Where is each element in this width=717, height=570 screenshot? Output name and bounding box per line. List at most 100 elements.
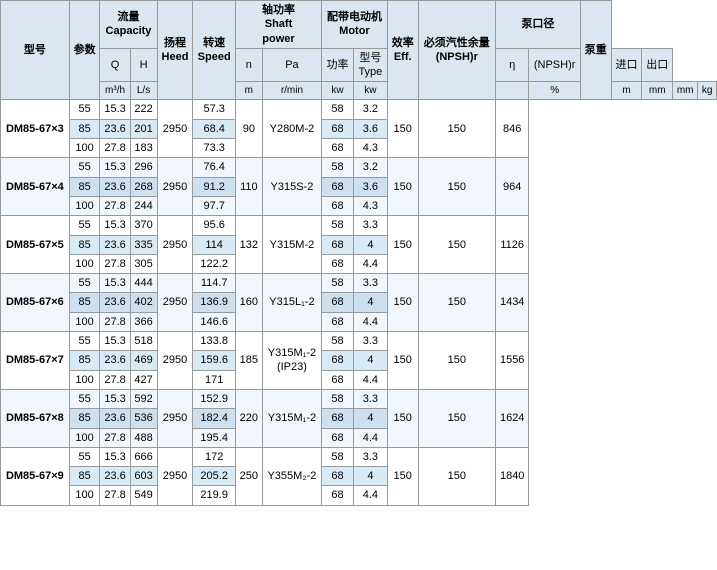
cell-pa: 146.6 (193, 312, 235, 331)
cell-pa: 122.2 (193, 254, 235, 273)
model-cell: DM85-67×6 (1, 274, 70, 332)
cell-q1: 55 (69, 447, 100, 466)
unit-pa: kw (322, 82, 354, 100)
main-table: 型号 参数 流量流量 CapacityCapacity 扬程Heed 转速Spe… (0, 0, 717, 506)
col-speed: 转速Speed (193, 1, 235, 100)
table-body: DM85-67×35515.3222295057.390Y280M-2583.2… (1, 100, 717, 505)
model-cell: DM85-67×3 (1, 100, 70, 158)
cell-q2: 23.6 (100, 351, 130, 370)
cell-q1: 55 (69, 389, 100, 408)
cell-eff: 58 (322, 389, 354, 408)
cell-weight: 1840 (496, 447, 529, 505)
subheader-inlet: 进口 (611, 48, 642, 82)
cell-eff: 68 (322, 312, 354, 331)
cell-h: 427 (130, 370, 157, 389)
cell-pa: 91.2 (193, 177, 235, 196)
cell-q2: 27.8 (100, 254, 130, 273)
col-motor: 配带电动机Motor (322, 1, 388, 49)
table-row: DM85-67×95515.36662950172250Y355M₂-2583.… (1, 447, 717, 466)
table-row: 10027.8366 146.6 684.4 (1, 312, 717, 331)
cell-q1: 55 (69, 274, 100, 293)
cell-h: 183 (130, 139, 157, 158)
col-eff: 效率Eff. (387, 1, 418, 100)
cell-npsh: 4.4 (353, 370, 387, 389)
cell-q2: 27.8 (100, 312, 130, 331)
col-params: 参数 (69, 1, 100, 100)
cell-pa: 133.8 (193, 332, 235, 351)
cell-h: 592 (130, 389, 157, 408)
cell-pa: 172 (193, 447, 235, 466)
cell-pa: 73.3 (193, 139, 235, 158)
cell-pa: 159.6 (193, 351, 235, 370)
cell-speed: 2950 (157, 100, 193, 158)
cell-npsh: 4 (353, 467, 387, 486)
cell-h: 666 (130, 447, 157, 466)
cell-npsh: 4.4 (353, 312, 387, 331)
cell-eff: 68 (322, 293, 354, 312)
cell-speed: 2950 (157, 158, 193, 216)
col-capacity: 流量流量 CapacityCapacity (100, 1, 157, 49)
cell-power: 110 (235, 158, 262, 216)
cell-q2: 15.3 (100, 447, 130, 466)
cell-h: 222 (130, 100, 157, 119)
cell-eff: 68 (322, 196, 354, 215)
cell-q1: 85 (69, 235, 100, 254)
cell-h: 536 (130, 409, 157, 428)
cell-eff: 68 (322, 370, 354, 389)
cell-power: 250 (235, 447, 262, 505)
cell-pa: 95.6 (193, 216, 235, 235)
subheader-outlet: 出口 (642, 48, 673, 82)
cell-motor: Y315M₁-2 (262, 389, 321, 447)
cell-h: 444 (130, 274, 157, 293)
unit-q2: L/s (130, 82, 157, 100)
cell-motor: Y280M-2 (262, 100, 321, 158)
cell-npsh: 4.3 (353, 196, 387, 215)
cell-eff: 68 (322, 486, 354, 505)
cell-motor: Y315M₁-2(IP23) (262, 332, 321, 390)
cell-inlet: 150 (387, 100, 418, 158)
unit-motor-type (496, 82, 529, 100)
cell-q1: 100 (69, 196, 100, 215)
cell-eff: 68 (322, 254, 354, 273)
subheader-eff-sym: η (496, 48, 529, 82)
table-row: DM85-67×45515.3296295076.4110Y315S-2583.… (1, 158, 717, 177)
cell-q2: 23.6 (100, 409, 130, 428)
cell-npsh: 3.6 (353, 177, 387, 196)
cell-q2: 27.8 (100, 370, 130, 389)
cell-eff: 58 (322, 332, 354, 351)
cell-q1: 100 (69, 370, 100, 389)
cell-speed: 2950 (157, 216, 193, 274)
model-cell: DM85-67×7 (1, 332, 70, 390)
cell-q2: 23.6 (100, 467, 130, 486)
table-row: DM85-67×85515.35922950152.9220Y315M₁-258… (1, 389, 717, 408)
cell-q2: 15.3 (100, 389, 130, 408)
cell-outlet: 150 (418, 274, 495, 332)
model-cell: DM85-67×9 (1, 447, 70, 505)
cell-power: 132 (235, 216, 262, 274)
cell-outlet: 150 (418, 158, 495, 216)
cell-speed: 2950 (157, 332, 193, 390)
cell-h: 402 (130, 293, 157, 312)
cell-eff: 58 (322, 274, 354, 293)
cell-q1: 100 (69, 312, 100, 331)
cell-q1: 85 (69, 409, 100, 428)
cell-eff: 68 (322, 467, 354, 486)
cell-npsh: 4.3 (353, 139, 387, 158)
subheader-Q: Q (100, 48, 130, 82)
table-row: 8523.6603205.2684 (1, 467, 717, 486)
model-cell: DM85-67×5 (1, 216, 70, 274)
table-row: DM85-67×55515.3370295095.6132Y315M-2583.… (1, 216, 717, 235)
cell-power: 160 (235, 274, 262, 332)
cell-power: 185 (235, 332, 262, 390)
cell-npsh: 3.6 (353, 119, 387, 138)
cell-h: 518 (130, 332, 157, 351)
table-row: 10027.824497.7684.3 (1, 196, 717, 215)
cell-h: 366 (130, 312, 157, 331)
cell-outlet: 150 (418, 332, 495, 390)
cell-q2: 23.6 (100, 177, 130, 196)
cell-eff: 58 (322, 447, 354, 466)
unit-power: kw (353, 82, 387, 100)
cell-q2: 15.3 (100, 158, 130, 177)
subheader-H-label: H (130, 48, 157, 82)
cell-pa: 152.9 (193, 389, 235, 408)
